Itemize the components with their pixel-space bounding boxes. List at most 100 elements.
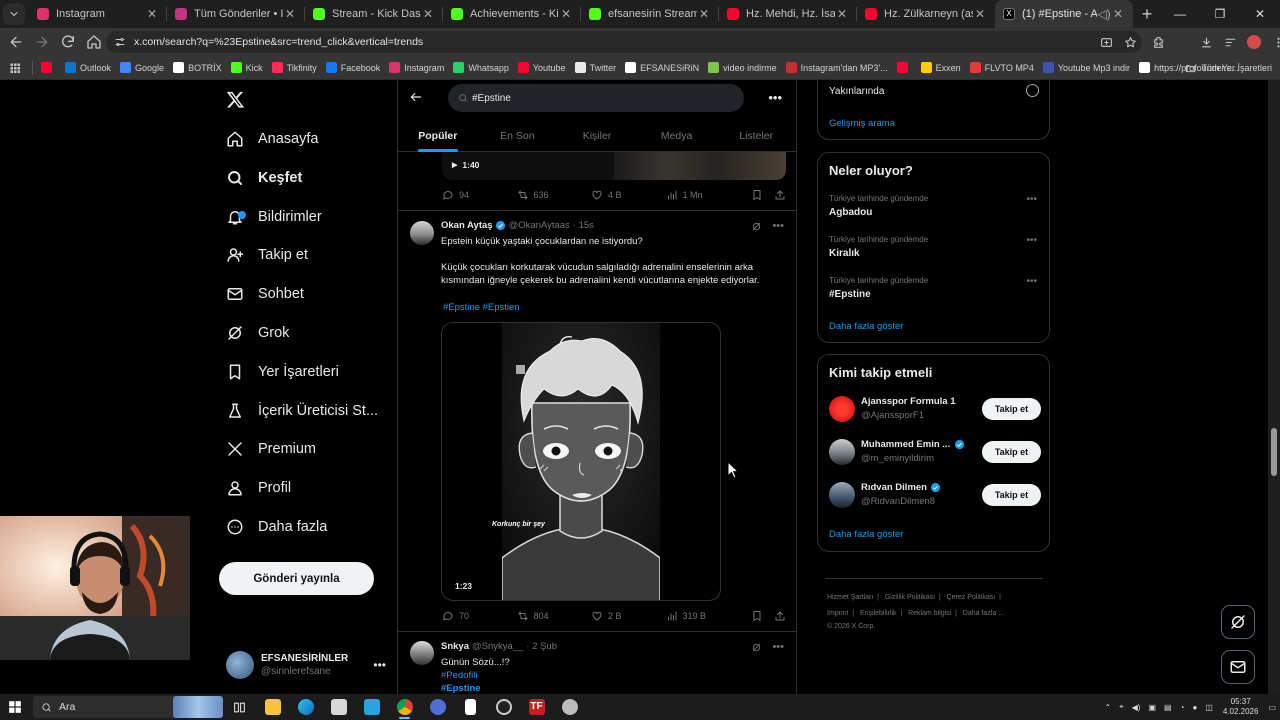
- bookmark-item[interactable]: Instagram: [389, 62, 444, 73]
- bookmark-item[interactable]: Facebook: [325, 62, 380, 73]
- trend-more-icon[interactable]: •••: [1026, 276, 1037, 287]
- extensions-icon[interactable]: [1146, 30, 1170, 54]
- address-bar[interactable]: x.com/search?q=%23Epstine&src=trend_clic…: [106, 31, 1142, 53]
- reload-button[interactable]: [56, 30, 80, 54]
- trend-more-icon[interactable]: •••: [1026, 235, 1037, 246]
- tab-latest[interactable]: En Son: [478, 120, 558, 152]
- forward-button[interactable]: [30, 30, 54, 54]
- scrollbar-thumb[interactable]: [1271, 428, 1277, 476]
- tray-app-icon[interactable]: ●: [1192, 703, 1197, 712]
- grok-icon[interactable]: [751, 221, 762, 232]
- follow-suggestion[interactable]: Rıdvan Dilmen @RidvanDilmen8 Takip et: [829, 479, 1041, 513]
- taskbar-app[interactable]: [355, 694, 388, 720]
- bookmark-item[interactable]: Outlook: [65, 62, 111, 73]
- nav-item[interactable]: Sohbet: [226, 279, 304, 309]
- minimize-icon[interactable]: —: [1160, 0, 1200, 28]
- bookmark-item[interactable]: Exxen: [920, 62, 961, 73]
- profile-avatar-icon[interactable]: [1242, 30, 1266, 54]
- avatar[interactable]: [410, 221, 434, 245]
- nav-item[interactable]: Yer İşaretleri: [226, 357, 339, 387]
- show-more-follow-link[interactable]: Daha fazla göster: [829, 529, 903, 540]
- page-scrollbar[interactable]: [1268, 80, 1280, 694]
- tab-media[interactable]: Medya: [637, 120, 717, 152]
- messages-fab-button[interactable]: [1221, 650, 1255, 684]
- reading-list-icon[interactable]: [1218, 30, 1242, 54]
- bookmark-item[interactable]: Kick: [230, 62, 263, 73]
- nav-item[interactable]: Grok: [226, 318, 289, 348]
- trend-more-icon[interactable]: •••: [1026, 194, 1037, 205]
- mute-tab-icon[interactable]: ◁): [1097, 7, 1111, 21]
- follow-button[interactable]: Takip et: [982, 398, 1041, 420]
- tray-app-icon[interactable]: ◔: [1180, 703, 1185, 712]
- like-button[interactable]: 4 B: [591, 189, 666, 201]
- follow-button[interactable]: Takip et: [982, 484, 1041, 506]
- more-options-icon[interactable]: •••: [768, 90, 782, 105]
- star-bookmark-icon[interactable]: [1118, 30, 1142, 54]
- nav-item[interactable]: Premium: [226, 434, 316, 464]
- bookmark-item[interactable]: BOTRİX: [173, 62, 222, 73]
- search-input[interactable]: #Epstine: [448, 84, 744, 112]
- nav-item[interactable]: Bildirimler: [226, 202, 322, 232]
- browser-tab[interactable]: Instagram ✕: [29, 0, 167, 28]
- bookmark-icon[interactable]: [751, 189, 763, 201]
- views-button[interactable]: 1 Mn: [666, 189, 741, 201]
- nav-item[interactable]: Anasayfa: [226, 124, 318, 154]
- site-info-icon[interactable]: [114, 36, 126, 48]
- taskbar-app[interactable]: [553, 694, 586, 720]
- hashtag-link[interactable]: #Epstine: [443, 302, 480, 313]
- post-time[interactable]: · 2 Şub: [526, 641, 557, 652]
- taskbar-app-chrome[interactable]: [388, 694, 421, 720]
- bookmark-item[interactable]: video indirme: [708, 62, 777, 73]
- browser-tab[interactable]: Hz. Mehdi, Hz. İsa ve Dec✕: [719, 0, 857, 28]
- system-clock[interactable]: 05:37 4.02.2026: [1223, 697, 1259, 717]
- nav-item[interactable]: Keşfet: [226, 163, 302, 193]
- bookmark-item[interactable]: EFSANESiRiN: [625, 62, 699, 73]
- grok-fab-button[interactable]: [1221, 605, 1255, 639]
- taskbar-app[interactable]: [256, 694, 289, 720]
- bookmark-icon[interactable]: [751, 610, 763, 622]
- browser-tab[interactable]: Tüm Gönderiler • Instagram✕: [167, 0, 305, 28]
- browser-tab[interactable]: Stream - Kick Dashboard✕: [305, 0, 443, 28]
- close-tab-icon[interactable]: ✕: [421, 7, 435, 21]
- install-app-icon[interactable]: [1094, 30, 1118, 54]
- footer-link[interactable]: Imprint | Erişilebilirlik | Reklam bilgi…: [827, 610, 1004, 617]
- tray-chevron-icon[interactable]: ⌃: [1104, 703, 1111, 712]
- trend-name[interactable]: #Epstine: [829, 289, 871, 300]
- like-button[interactable]: 2 B: [591, 610, 666, 622]
- nav-item[interactable]: Profil: [226, 473, 291, 503]
- grok-icon[interactable]: [751, 642, 762, 653]
- reply-button[interactable]: 94: [442, 189, 517, 201]
- tray-app-icon[interactable]: ◫: [1205, 703, 1213, 712]
- download-icon[interactable]: [1194, 30, 1218, 54]
- post-video[interactable]: ▶ 1:40: [442, 152, 786, 180]
- bookmark-item[interactable]: [896, 62, 912, 73]
- trend-name[interactable]: Agbadou: [829, 207, 872, 218]
- close-tab-icon[interactable]: ✕: [973, 7, 987, 21]
- close-window-icon[interactable]: ✕: [1240, 0, 1280, 28]
- volume-icon[interactable]: ◀): [1132, 703, 1141, 712]
- taskbar-app[interactable]: [289, 694, 322, 720]
- footer-link[interactable]: Hizmet Şartları | Gizlilik Politikası | …: [827, 594, 1001, 601]
- post-video[interactable]: Korkunç bir şey 1:23: [441, 322, 721, 601]
- share-icon[interactable]: [774, 189, 786, 201]
- tab-search-button[interactable]: [3, 3, 25, 25]
- close-tab-icon[interactable]: ✕: [697, 7, 711, 21]
- tab-popular[interactable]: Popüler: [398, 120, 478, 152]
- back-arrow-icon[interactable]: [409, 90, 423, 104]
- author-handle[interactable]: @Snykya__: [472, 641, 523, 652]
- tab-lists[interactable]: Listeler: [716, 120, 796, 152]
- post-time[interactable]: · 15s: [573, 220, 594, 231]
- follow-suggestion[interactable]: Muhammed Emin ... @m_eminyildirim Takip …: [829, 436, 1041, 470]
- more-dots-icon[interactable]: •••: [772, 641, 784, 653]
- bookmark-item[interactable]: Tikfinity: [271, 62, 317, 73]
- near-you-radio[interactable]: [1026, 84, 1039, 97]
- notifications-icon[interactable]: ▭: [1268, 703, 1276, 712]
- follow-button[interactable]: Takip et: [982, 441, 1041, 463]
- taskbar-app[interactable]: [487, 694, 520, 720]
- start-button[interactable]: [0, 700, 30, 714]
- home-button[interactable]: [82, 30, 106, 54]
- browser-menu-icon[interactable]: [1266, 30, 1280, 54]
- apps-grid-icon[interactable]: [4, 62, 26, 74]
- show-more-trends-link[interactable]: Daha fazla göster: [829, 321, 903, 332]
- maximize-icon[interactable]: ❐: [1200, 0, 1240, 28]
